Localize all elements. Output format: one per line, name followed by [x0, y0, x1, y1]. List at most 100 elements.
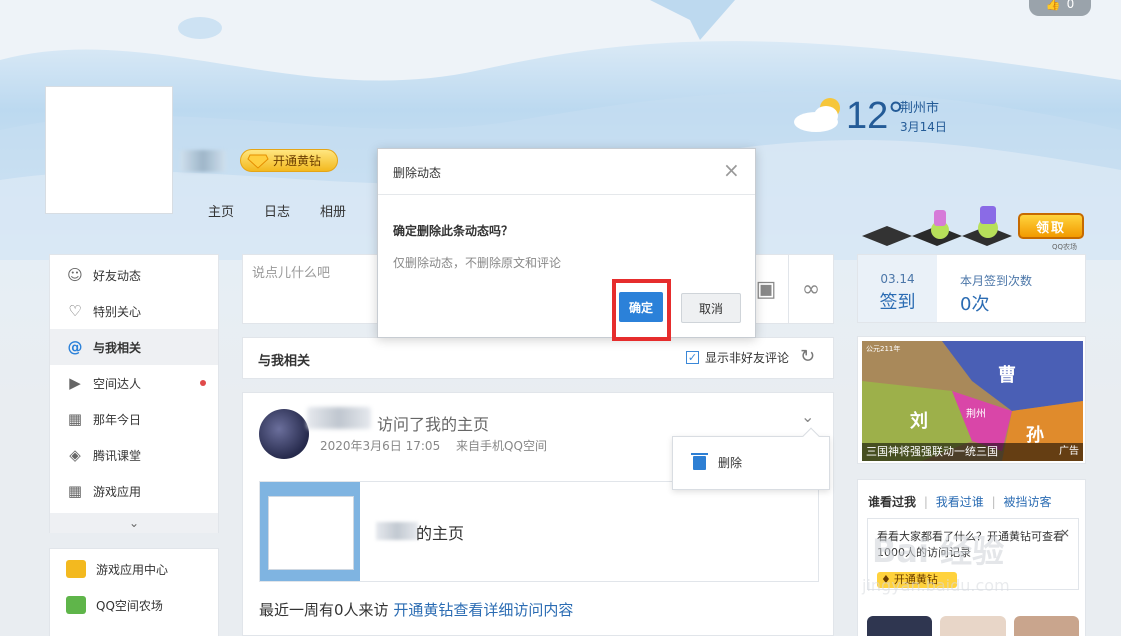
checkin-label: 签到	[879, 292, 916, 313]
claim-button[interactable]: 领取	[1018, 213, 1084, 239]
sidebar-expand[interactable]: ⌄	[50, 513, 218, 533]
weather-city: 荆州市	[900, 101, 940, 116]
profile-nav: 主页 日志 相册	[208, 201, 376, 220]
nav-album[interactable]: 相册	[320, 201, 346, 220]
thumb-icon: 👍	[1045, 0, 1061, 11]
tab-who-i-visited[interactable]: 我看过谁	[936, 495, 984, 509]
weather-temperature: 12°	[846, 95, 904, 137]
sidebar-item-label: 好友动态	[93, 268, 142, 283]
refresh-icon[interactable]: ↻	[800, 346, 815, 367]
watermark-url: jingyan.baidu.com	[862, 576, 1010, 595]
diamond-icon	[247, 154, 269, 169]
shared-page-preview[interactable]: 的主页	[259, 481, 819, 582]
heart-icon: ♡	[68, 302, 82, 320]
dialog-title: 删除动态	[393, 166, 442, 180]
cancel-button[interactable]: 取消	[681, 293, 741, 323]
sidebar-item-game-apps[interactable]: ▦ 游戏应用	[50, 473, 218, 509]
delete-feed-dialog: 删除动态 × 确定删除此条动态吗？ 仅删除动态，不删除原文和评论 确定 取消	[377, 148, 756, 341]
map-label-jingzhou: 荆州	[966, 407, 986, 420]
left-sidebar: ☺ 好友动态 ♡ 特别关心 @ 与我相关 ▶ 空间达人 ▦ 那年今日 ◈ 腾讯课…	[49, 254, 219, 533]
sidebar-item-label: 与我相关	[93, 340, 142, 355]
sidebar-item-label: 腾讯课堂	[93, 448, 142, 463]
weather-date: 3月14日	[900, 120, 947, 134]
visitor-name-blurred	[307, 407, 371, 429]
sidebar-item-label: 空间达人	[93, 376, 142, 391]
visit-summary-text: 最近一周有0人来访	[259, 601, 389, 619]
show-nonfriend-checkbox[interactable]: ✓ 显示非好友评论	[686, 349, 789, 366]
like-badge[interactable]: 👍 0	[1029, 0, 1091, 16]
feed-time: 2020年3月6日 17:05	[320, 439, 441, 453]
page-thumbnail-inner	[268, 496, 354, 570]
watermark-text: Bai 经验	[872, 532, 1005, 570]
visitor-avatar[interactable]	[867, 616, 933, 636]
dialog-note: 仅删除动态，不删除原文和评论	[393, 256, 562, 270]
sidebar-item-label: 游戏应用中心	[96, 562, 169, 577]
user-name-blurred	[180, 150, 226, 172]
ad-caption-text: 三国神将强强联动一统三国	[866, 445, 998, 458]
sidebar-item-friend-feeds[interactable]: ☺ 好友动态	[50, 257, 218, 293]
page-thumbnail	[260, 482, 360, 581]
apps-icon: ▦	[67, 482, 83, 500]
related-section-header: 与我相关 ✓ 显示非好友评论 ↻	[242, 337, 834, 379]
visitor-avatar[interactable]	[940, 616, 1006, 636]
like-count: 0	[1066, 0, 1075, 11]
open-vip-label: 开通黄钻	[273, 154, 322, 168]
month-checkin-label: 本月签到次数	[960, 274, 1033, 288]
visitor-avatar[interactable]	[259, 409, 309, 459]
visitors-tabs: 谁看过我 | 我看过谁 | 被挡访客	[868, 495, 1052, 509]
sidebar-item-space-expert[interactable]: ▶ 空间达人	[50, 365, 218, 401]
nav-blog[interactable]: 日志	[264, 201, 290, 220]
map-label-liu: 刘	[910, 410, 928, 432]
baidu-watermark: Bai 经验 jingyan.baidu.com	[862, 516, 1062, 596]
feed-source[interactable]: 来自手机QQ空间	[456, 439, 547, 453]
visit-summary: 最近一周有0人来访 开通黄钻查看详细访问内容	[259, 599, 573, 620]
checkin-button[interactable]: 03.14 签到	[858, 255, 937, 322]
farm-game-tiles[interactable]	[862, 206, 1022, 252]
visitor-avatar[interactable]	[1013, 616, 1079, 636]
at-icon: @	[67, 338, 83, 356]
chevron-down-icon: ⌄	[128, 516, 140, 530]
dialog-question: 确定删除此条动态吗？	[393, 224, 514, 238]
section-title: 与我相关	[258, 354, 311, 369]
ad-banner[interactable]: 公元211年 曹 刘 孙 荆州 三国神将强强联动一统三国 广告	[857, 336, 1086, 464]
sidebar-item-label: 特别关心	[93, 304, 142, 319]
checkin-widget: 03.14 签到 本月签到次数 0次	[857, 254, 1086, 323]
confirm-button[interactable]: 确定	[619, 292, 663, 322]
open-vip-button[interactable]: 开通黄钻	[240, 149, 338, 172]
checkmark-icon: ✓	[686, 351, 699, 364]
course-icon: ◈	[69, 446, 81, 464]
sidebar-item-related-to-me[interactable]: @ 与我相关	[50, 329, 218, 365]
farm-brand: QQ农场	[1052, 243, 1078, 251]
map-header: 公元211年	[866, 344, 900, 353]
tab-blocked-visitors[interactable]: 被挡访客	[1003, 495, 1051, 509]
sidebar-item-qq-farm[interactable]: QQ空间农场	[50, 587, 218, 623]
close-icon[interactable]: ×	[723, 158, 740, 182]
composer-placeholder: 说点儿什么吧	[252, 266, 331, 281]
chevron-down-icon[interactable]: ⌄	[801, 407, 814, 426]
show-nonfriend-label: 显示非好友评论	[705, 351, 790, 365]
notification-dot	[200, 380, 206, 386]
nav-home[interactable]: 主页	[208, 201, 234, 220]
farm-icon	[66, 596, 86, 614]
calendar-icon: ▦	[67, 410, 83, 428]
month-checkin-count: 0次	[960, 294, 990, 315]
sidebar-item-special-care[interactable]: ♡ 特别关心	[50, 293, 218, 329]
menu-item-delete[interactable]: 删除	[691, 452, 743, 471]
feed-options-menu: 删除	[672, 427, 830, 490]
checkin-date: 03.14	[880, 272, 915, 286]
dialog-divider	[378, 194, 755, 195]
profile-avatar[interactable]	[45, 86, 173, 214]
sidebar-item-on-this-day[interactable]: ▦ 那年今日	[50, 401, 218, 437]
map-label-cao: 曹	[998, 365, 1016, 386]
tab-who-visited-me[interactable]: 谁看过我	[868, 495, 916, 509]
sidebar-item-label: 游戏应用	[93, 484, 142, 499]
attachment-icon[interactable]: ∞	[789, 255, 834, 323]
feed-action: 访问了我的主页	[377, 415, 490, 434]
play-icon: ▶	[69, 374, 81, 392]
sidebar-item-tencent-class[interactable]: ◈ 腾讯课堂	[50, 437, 218, 473]
open-vip-link[interactable]: 开通黄钻查看详细访问内容	[393, 601, 573, 619]
friends-icon: ☺	[67, 266, 83, 284]
composer-tools: ▣ ∞	[743, 255, 834, 323]
menu-item-delete-label: 删除	[718, 456, 743, 470]
sidebar-item-game-center[interactable]: 游戏应用中心	[50, 551, 218, 587]
